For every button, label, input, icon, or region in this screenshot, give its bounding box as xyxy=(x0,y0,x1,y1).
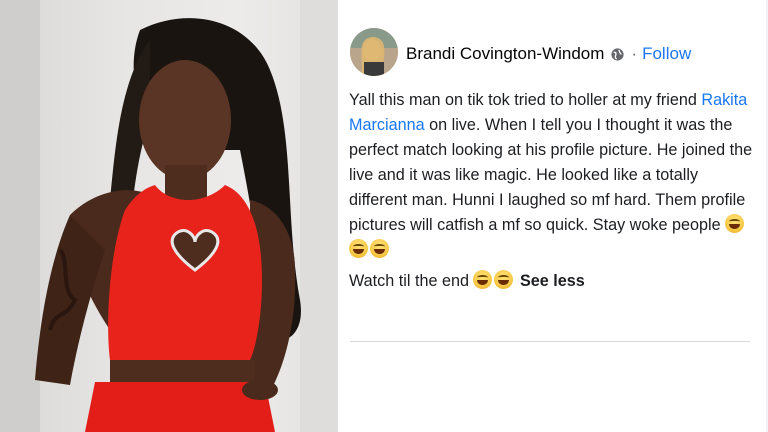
watch-text: Watch til the end xyxy=(349,272,474,290)
laughing-emoji-icon xyxy=(349,239,368,258)
avatar-image xyxy=(350,28,398,76)
author-row: Brandi Covington-Windom · Follow xyxy=(406,42,691,66)
separator-dot: · xyxy=(631,44,638,63)
author-name[interactable]: Brandi Covington-Windom xyxy=(406,44,604,64)
post-photo[interactable] xyxy=(0,0,338,432)
post-divider xyxy=(350,341,750,342)
post-paragraph: Yall this man on tik tok tried to holler… xyxy=(349,88,754,263)
post-body: Yall this man on tik tok tried to holler… xyxy=(349,88,754,294)
globe-icon xyxy=(611,47,625,61)
laughing-emoji-icon xyxy=(370,239,389,258)
post-panel: Brandi Covington-Windom · Follow Yall th… xyxy=(340,0,768,432)
follow-button[interactable]: Follow xyxy=(642,44,691,64)
laughing-emoji-icon xyxy=(725,214,745,233)
person-photo-illustration xyxy=(0,0,338,432)
laughing-emoji-icon xyxy=(494,270,514,289)
author-avatar[interactable] xyxy=(350,28,398,76)
post-text-before-mention: Yall this man on tik tok tried to holler… xyxy=(349,91,702,109)
laughing-emoji-icon xyxy=(473,270,493,289)
see-less-link[interactable]: See less xyxy=(520,272,585,290)
post-line-watch: Watch til the end See less xyxy=(349,269,754,294)
